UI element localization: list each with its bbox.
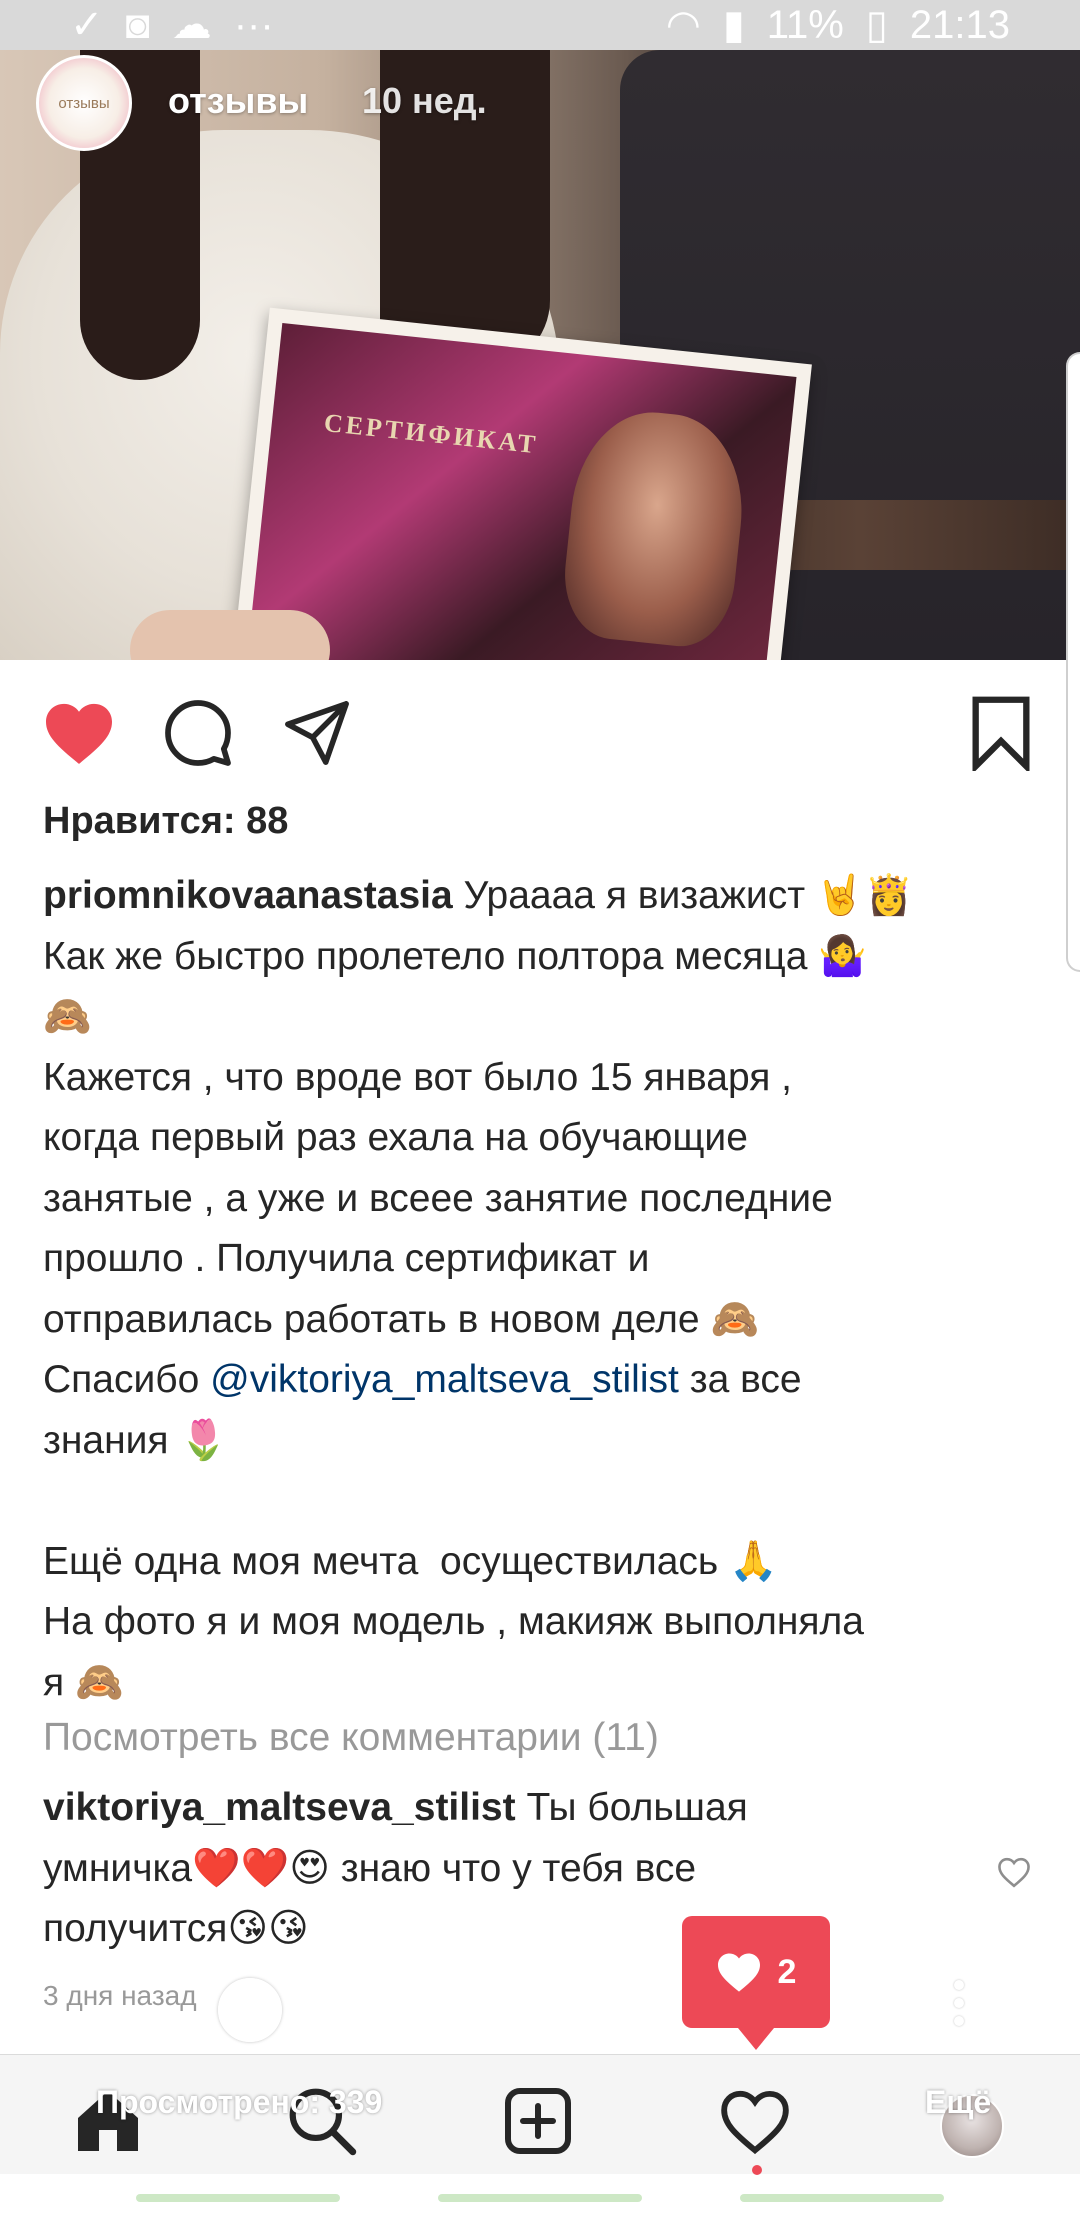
certificate-inner: СЕРТИФИКАТ <box>244 322 797 660</box>
nav-hint-left[interactable] <box>136 2194 340 2202</box>
add-icon <box>505 2088 571 2154</box>
status-bar: ✓ ◙ ☁ ··· ◠ ▮ 11% ▯ 21:13 <box>0 0 1080 50</box>
nav-hint-center[interactable] <box>438 2194 642 2202</box>
viewers-ring-icon <box>218 1978 282 2042</box>
wifi-icon: ◠ <box>665 3 701 47</box>
heart-notification-icon <box>717 1953 760 1992</box>
clock: 21:13 <box>909 2 1010 47</box>
view-all-comments-link[interactable]: Посмотреть все комментарии (11) <box>43 1716 659 1760</box>
comment-author[interactable]: viktoriya_maltseva_stilist <box>43 1786 516 1829</box>
post-caption: priomnikovaanastasia Урaaaa я визажист 🤘… <box>43 866 1043 1713</box>
caption-blank-line <box>43 1471 1043 1532</box>
heart-icon <box>46 703 112 764</box>
status-left: ✓ ◙ ☁ ··· <box>70 2 274 48</box>
status-right: ◠ ▮ 11% ▯ 21:13 <box>666 2 1010 48</box>
signal-icon: ▮ <box>722 3 745 47</box>
caption-paragraph-2: Кажется , что вроде вот было 15 января ,… <box>43 1055 833 1341</box>
post-timestamp: 3 дня назад <box>43 1980 197 2011</box>
nav-hint-right[interactable] <box>740 2194 944 2202</box>
activity-notification-bubble[interactable]: 2 <box>682 1916 830 2050</box>
story-avatar[interactable]: отзывы <box>36 55 132 151</box>
share-icon <box>285 701 349 765</box>
post-actions <box>0 660 1080 800</box>
caption-line-3: 🙈 <box>43 995 92 1038</box>
more-button[interactable]: Ещё <box>925 2084 991 2121</box>
nav-add[interactable] <box>498 2081 578 2161</box>
caption-line-2: Как же быстро пролетело полтора месяца 🤷… <box>43 934 867 978</box>
comment-like-button[interactable] <box>996 1856 1032 1893</box>
more-icon: ··· <box>233 2 274 47</box>
certificate-portrait <box>558 404 752 652</box>
avatar-label: отзывы <box>58 94 110 112</box>
caption-first-line: priomnikovaanastasia Урaaaa я визажист 🤘… <box>43 866 1043 927</box>
likes-count[interactable]: Нравится: 88 <box>43 800 288 843</box>
battery-icon: ▯ <box>865 3 888 47</box>
share-button[interactable] <box>276 690 358 776</box>
battery-percent: 11% <box>766 2 844 47</box>
instagram-icon: ◙ <box>125 2 150 47</box>
bookmark-icon <box>972 696 1030 771</box>
photo-hand <box>130 610 330 660</box>
story-time: 10 нед. <box>362 80 487 121</box>
heart-outline-icon <box>998 1857 1030 1888</box>
check-icon: ✓ <box>70 3 104 47</box>
activity-icon <box>721 2090 789 2155</box>
certificate: СЕРТИФИКАТ <box>229 307 812 660</box>
viewed-count[interactable]: Просмотрено: 339 <box>96 2084 382 2121</box>
bookmark-button[interactable] <box>963 690 1039 776</box>
caption-line-1: Урaaaa я визажист 🤘👸 <box>452 874 914 917</box>
mention-link[interactable]: @viktoriya_maltseva_stilist <box>210 1358 679 1401</box>
overflow-menu-icon[interactable] <box>953 1980 965 2026</box>
caption-author[interactable]: priomnikovaanastasia <box>43 874 453 917</box>
system-navigation-bar <box>0 2176 1080 2220</box>
post-photo[interactable]: СЕРТИФИКАТ <box>0 50 1080 660</box>
certificate-title: СЕРТИФИКАТ <box>322 407 540 460</box>
story-account-name[interactable]: отзывы <box>168 80 308 122</box>
comment-button[interactable] <box>158 690 238 776</box>
cloud-icon: ☁ <box>171 3 212 47</box>
comment-icon <box>165 700 231 766</box>
caption-paragraph-3: Ещё одна моя мечта осуществилась 🙏 На фо… <box>43 1539 864 1704</box>
notification-count: 2 <box>777 1952 797 1991</box>
nav-activity[interactable] <box>715 2081 795 2161</box>
like-button[interactable] <box>38 690 120 776</box>
caption-thanks: Спасибо @viktoriya_maltseva_stilist за в… <box>43 1350 1043 1471</box>
thanks-prefix: Спасибо <box>43 1358 211 1401</box>
activity-indicator-dot <box>752 2165 762 2175</box>
